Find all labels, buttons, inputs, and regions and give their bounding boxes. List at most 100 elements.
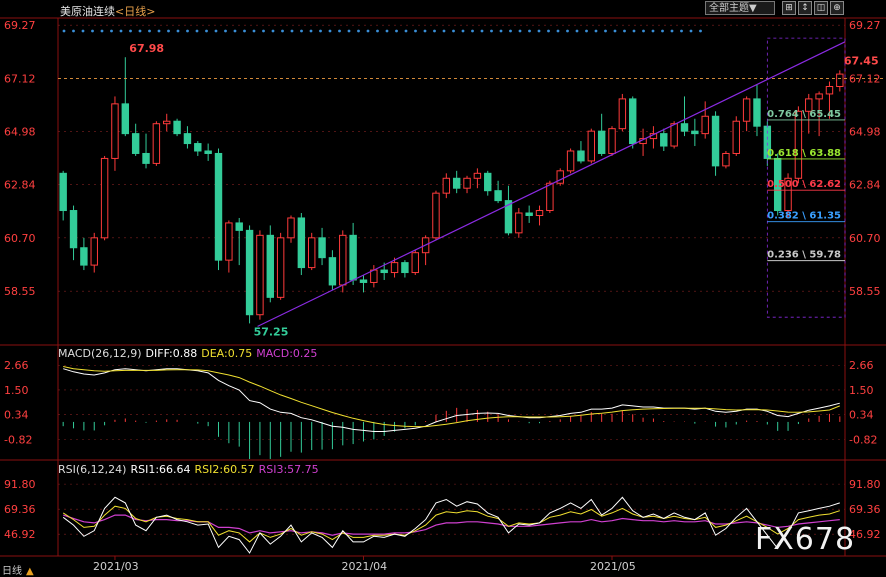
event-dot bbox=[262, 29, 265, 33]
candle-body bbox=[318, 237, 326, 259]
event-dot bbox=[281, 29, 284, 33]
event-dot bbox=[309, 29, 313, 33]
macd-axis-label-right: 0.34 bbox=[849, 409, 874, 422]
rsi-panel bbox=[58, 483, 845, 554]
macd-dea-value: DEA:0.75 bbox=[201, 347, 253, 360]
price-axis-label-left: 62.84 bbox=[4, 179, 36, 192]
high-price-marker: 67.98 bbox=[129, 42, 164, 55]
rsi-label: RSI(6,12,24) bbox=[58, 463, 127, 476]
event-dot bbox=[338, 29, 341, 33]
candle-body bbox=[680, 123, 689, 132]
rsi3-value: RSI3:57.75 bbox=[258, 463, 319, 476]
event-dot bbox=[623, 29, 626, 33]
event-dot bbox=[157, 29, 161, 33]
event-dot bbox=[689, 29, 693, 33]
candle-body bbox=[194, 143, 202, 152]
event-dot bbox=[129, 29, 132, 33]
zoom-tool-icon[interactable]: ⊕ bbox=[830, 1, 844, 15]
candle-body bbox=[597, 130, 606, 154]
event-dot bbox=[224, 29, 227, 33]
event-dot bbox=[385, 29, 389, 33]
candle-body bbox=[121, 103, 130, 135]
candle-body bbox=[401, 262, 409, 274]
candle-body bbox=[90, 237, 98, 266]
event-dot bbox=[509, 29, 512, 33]
rsi-axis-label-left: 69.36 bbox=[4, 503, 36, 516]
candle-body bbox=[225, 222, 233, 261]
event-dot bbox=[594, 29, 598, 33]
candle-body bbox=[339, 234, 347, 286]
fib-level-label: 0.500 \ 62.62 bbox=[767, 179, 841, 190]
candle-body bbox=[266, 234, 274, 298]
event-dot bbox=[566, 29, 569, 33]
window-tool-icon[interactable]: ◫ bbox=[814, 1, 828, 15]
event-dot bbox=[176, 29, 180, 33]
scale-tool-icon[interactable]: ↕ bbox=[798, 1, 812, 15]
rsi-axis-label-right: 69.36 bbox=[849, 503, 881, 516]
theme-dropdown-button[interactable]: 全部主题▼ bbox=[705, 1, 775, 15]
event-dot bbox=[395, 29, 398, 33]
macd-axis-label-left: 1.50 bbox=[4, 384, 29, 397]
candle-body bbox=[618, 98, 627, 130]
event-dot bbox=[110, 29, 113, 33]
rsi-axis-label-left: 91.80 bbox=[4, 478, 36, 491]
candle-body bbox=[825, 85, 834, 95]
candle-body bbox=[131, 133, 140, 154]
rsi2-value: RSI2:60.57 bbox=[194, 463, 255, 476]
event-dot-row bbox=[62, 29, 702, 33]
candle-body bbox=[173, 120, 181, 135]
x-axis-label: 2021/05 bbox=[590, 560, 636, 573]
macd-macd-value: MACD:0.25 bbox=[256, 347, 318, 360]
price-axis-label-right: 62.84 bbox=[849, 179, 881, 192]
candle-body bbox=[328, 257, 337, 286]
candle-body bbox=[69, 210, 78, 249]
candle-body bbox=[442, 177, 451, 194]
event-dot bbox=[556, 29, 560, 33]
event-dot bbox=[404, 29, 408, 33]
fib-level-label: 0.382 \ 61.35 bbox=[767, 211, 841, 222]
fib-level-label: 0.764 \ 65.45 bbox=[767, 109, 841, 120]
rsi-axis-label-left: 46.92 bbox=[4, 528, 36, 541]
macd-axis-label-right: -0.82 bbox=[849, 433, 877, 446]
candle-body bbox=[152, 123, 161, 164]
candle-body bbox=[742, 98, 751, 122]
grid-tool-icon[interactable]: ⊞ bbox=[782, 1, 796, 15]
price-axis-label-right: 67.12 bbox=[849, 73, 881, 86]
event-dot bbox=[518, 29, 522, 33]
candle-body bbox=[390, 262, 399, 274]
event-dot bbox=[575, 29, 579, 33]
period-label[interactable]: <日线> bbox=[115, 5, 155, 18]
candle-body bbox=[163, 120, 171, 125]
fib-level-label: 0.236 \ 59.78 bbox=[767, 250, 841, 261]
candle-body bbox=[380, 269, 388, 274]
candle-body bbox=[701, 115, 709, 135]
macd-diff-value: DIFF:0.88 bbox=[145, 347, 198, 360]
low-price-marker: 57.25 bbox=[254, 325, 289, 338]
event-dot bbox=[214, 29, 218, 33]
event-dot bbox=[91, 29, 94, 33]
period-side-label[interactable]: 日线 ▲ bbox=[2, 562, 34, 577]
chart-overlays: 0.764 \ 65.45 0.618 \ 63.88 0.500 \ 62.62 0… bbox=[58, 37, 886, 338]
candle-body bbox=[80, 247, 88, 266]
event-dot bbox=[613, 29, 617, 33]
event-dot bbox=[319, 29, 322, 33]
event-dot bbox=[167, 29, 170, 33]
event-dot bbox=[661, 29, 664, 33]
event-dot bbox=[81, 29, 85, 33]
x-axis-label: 2021/03 bbox=[93, 560, 139, 573]
price-axis-label-right: 60.70 bbox=[849, 232, 881, 245]
candle-body bbox=[546, 182, 554, 212]
candle-body bbox=[204, 150, 212, 154]
event-dot bbox=[471, 29, 474, 33]
price-axis-label-left: 69.27 bbox=[4, 19, 36, 32]
event-dot bbox=[423, 29, 427, 33]
candle-body bbox=[535, 210, 544, 216]
event-dot bbox=[651, 29, 655, 33]
event-dot bbox=[632, 29, 636, 33]
event-dot bbox=[604, 29, 607, 33]
candle-body bbox=[256, 234, 264, 316]
event-dot bbox=[205, 29, 208, 33]
price-axis-label-left: 64.98 bbox=[4, 126, 36, 139]
event-dot bbox=[186, 29, 189, 33]
last-price-marker: 67.45 bbox=[844, 54, 879, 67]
